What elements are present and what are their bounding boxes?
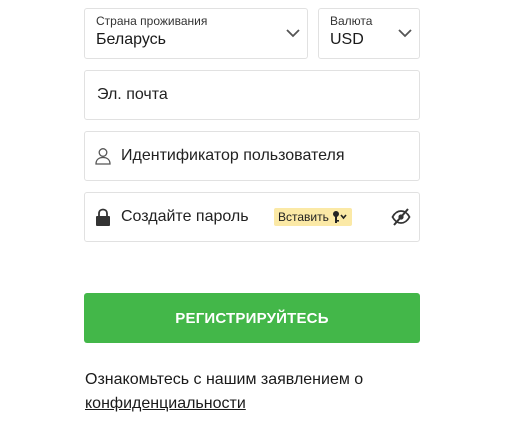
country-select-label: Страна проживания (96, 14, 208, 28)
email-field[interactable]: Эл. почта (84, 70, 420, 120)
user-icon (94, 147, 112, 170)
email-placeholder: Эл. почта (97, 86, 168, 103)
privacy-text: Ознакомьтесь с нашим заявлением о (85, 371, 364, 388)
lock-icon (95, 208, 111, 232)
password-field[interactable]: Создайте пароль Вставить (84, 192, 420, 242)
username-placeholder: Идентификатор пользователя (121, 147, 345, 164)
currency-select[interactable]: Валюта USD (318, 8, 420, 59)
privacy-link[interactable]: конфиденциальности (85, 395, 246, 412)
paste-button-label: Вставить (278, 210, 329, 224)
privacy-notice: Ознакомьтесь с нашим заявлением о конфид… (85, 368, 415, 416)
country-select[interactable]: Страна проживания Беларусь (84, 8, 308, 59)
currency-select-value: USD (330, 31, 364, 48)
username-field[interactable]: Идентификатор пользователя (84, 131, 420, 181)
key-icon (332, 210, 348, 224)
password-placeholder: Создайте пароль (121, 208, 249, 225)
register-button-label: РЕГИСТРИРУЙТЕСЬ (175, 309, 329, 327)
chevron-down-icon (285, 26, 301, 38)
currency-select-label: Валюта (330, 14, 373, 28)
country-select-value: Беларусь (96, 31, 166, 48)
chevron-down-icon (397, 26, 413, 38)
register-button[interactable]: РЕГИСТРИРУЙТЕСЬ (84, 293, 420, 343)
paste-password-button[interactable]: Вставить (274, 208, 352, 226)
eye-off-icon[interactable] (391, 208, 411, 231)
